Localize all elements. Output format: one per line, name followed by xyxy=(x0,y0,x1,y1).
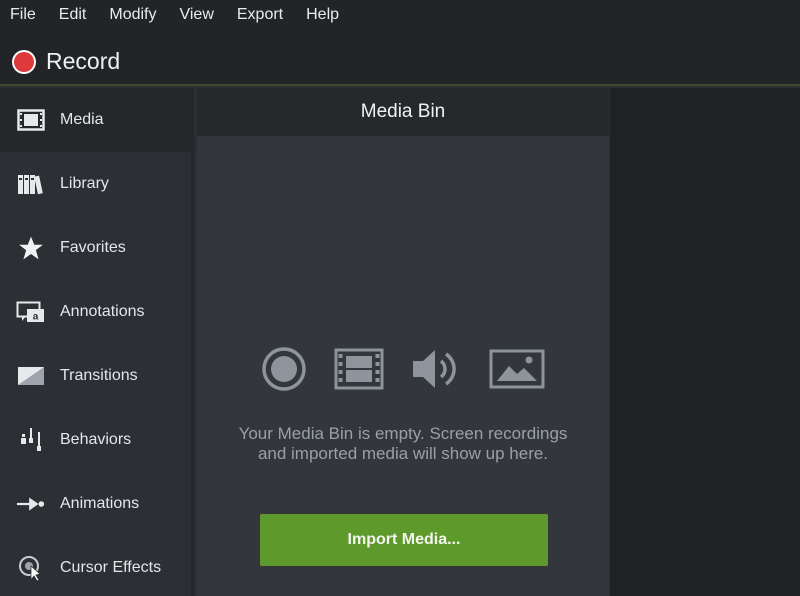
media-bin-header: Media Bin xyxy=(197,88,609,136)
sidebar-item-media[interactable]: Media xyxy=(0,88,194,152)
sidebar-item-library[interactable]: Library xyxy=(0,152,194,216)
import-media-label: Import Media... xyxy=(347,531,461,548)
film-strip-icon xyxy=(16,107,46,133)
media-bin-panel: Media Bin Your Media Bin is empty. Scree… xyxy=(197,88,609,596)
sidebar-item-label: Behaviors xyxy=(60,431,132,448)
menu-file[interactable]: File xyxy=(10,6,36,24)
menu-bar: File Edit Modify View Export Help xyxy=(0,0,800,30)
canvas-area[interactable] xyxy=(610,88,800,596)
recording-icon xyxy=(261,346,307,397)
sidebar-item-behaviors[interactable]: Behaviors xyxy=(0,408,194,472)
cursor-effects-icon xyxy=(16,555,46,582)
star-icon xyxy=(16,235,46,261)
menu-export[interactable]: Export xyxy=(237,6,283,24)
record-toolbar: Record xyxy=(0,30,800,86)
sidebar-item-label: Annotations xyxy=(60,303,145,320)
import-media-button[interactable]: Import Media... xyxy=(260,514,548,566)
media-type-icons xyxy=(261,346,551,396)
menu-edit[interactable]: Edit xyxy=(59,6,87,24)
sidebar-item-label: Transitions xyxy=(60,367,138,384)
video-icon xyxy=(334,346,384,397)
media-bin-title: Media Bin xyxy=(360,101,446,122)
audio-icon xyxy=(409,346,463,397)
transition-icon xyxy=(16,363,46,389)
record-button[interactable]: Record xyxy=(12,48,120,75)
animation-arrow-icon xyxy=(16,491,46,517)
menu-help[interactable]: Help xyxy=(306,6,339,24)
record-label: Record xyxy=(46,48,121,74)
library-books-icon xyxy=(16,171,46,197)
menu-modify[interactable]: Modify xyxy=(109,6,156,24)
image-icon xyxy=(489,346,545,397)
sidebar: Media Library Favorites a Annotations Tr… xyxy=(0,88,194,596)
sidebar-item-transitions[interactable]: Transitions xyxy=(0,344,194,408)
svg-text:a: a xyxy=(33,312,39,323)
behaviors-icon xyxy=(16,427,46,453)
annotation-icon: a xyxy=(16,299,46,325)
sidebar-item-label: Cursor Effects xyxy=(60,559,162,576)
sidebar-item-cursor-effects[interactable]: Cursor Effects xyxy=(0,536,194,596)
sidebar-item-favorites[interactable]: Favorites xyxy=(0,216,194,280)
menu-view[interactable]: View xyxy=(179,6,213,24)
record-icon xyxy=(12,49,36,74)
sidebar-item-label: Favorites xyxy=(60,239,126,256)
sidebar-item-label: Animations xyxy=(60,495,140,512)
empty-bin-message: Your Media Bin is empty. Screen recordin… xyxy=(238,424,568,463)
sidebar-item-animations[interactable]: Animations xyxy=(0,472,194,536)
sidebar-item-annotations[interactable]: a Annotations xyxy=(0,280,194,344)
sidebar-item-label: Media xyxy=(60,111,104,128)
sidebar-item-label: Library xyxy=(60,175,109,192)
